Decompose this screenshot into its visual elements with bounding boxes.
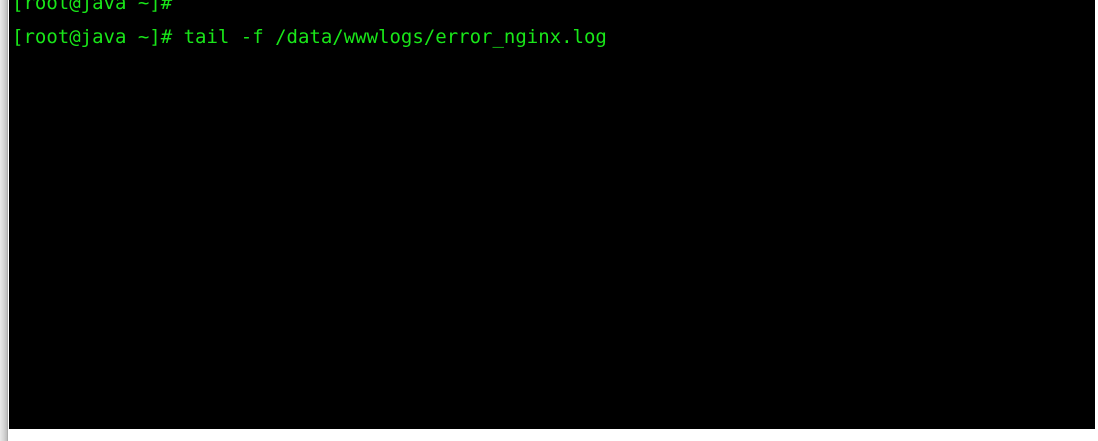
window-left-border [0, 0, 8, 441]
shell-command: tail -f /data/wwwlogs/error_nginx.log [172, 26, 607, 48]
terminal-window: [root@java ~]# [root@java ~]# tail -f /d… [0, 0, 1098, 441]
shell-prompt: [root@java ~]# [12, 26, 173, 48]
terminal-line: [root@java ~]# [12, 0, 172, 14]
shell-prompt: [root@java ~]# [12, 0, 173, 14]
terminal-line: [root@java ~]# tail -f /data/wwwlogs/err… [12, 26, 607, 48]
window-bottom-border [9, 429, 1098, 441]
terminal-output[interactable]: [root@java ~]# [root@java ~]# tail -f /d… [9, 0, 1095, 429]
